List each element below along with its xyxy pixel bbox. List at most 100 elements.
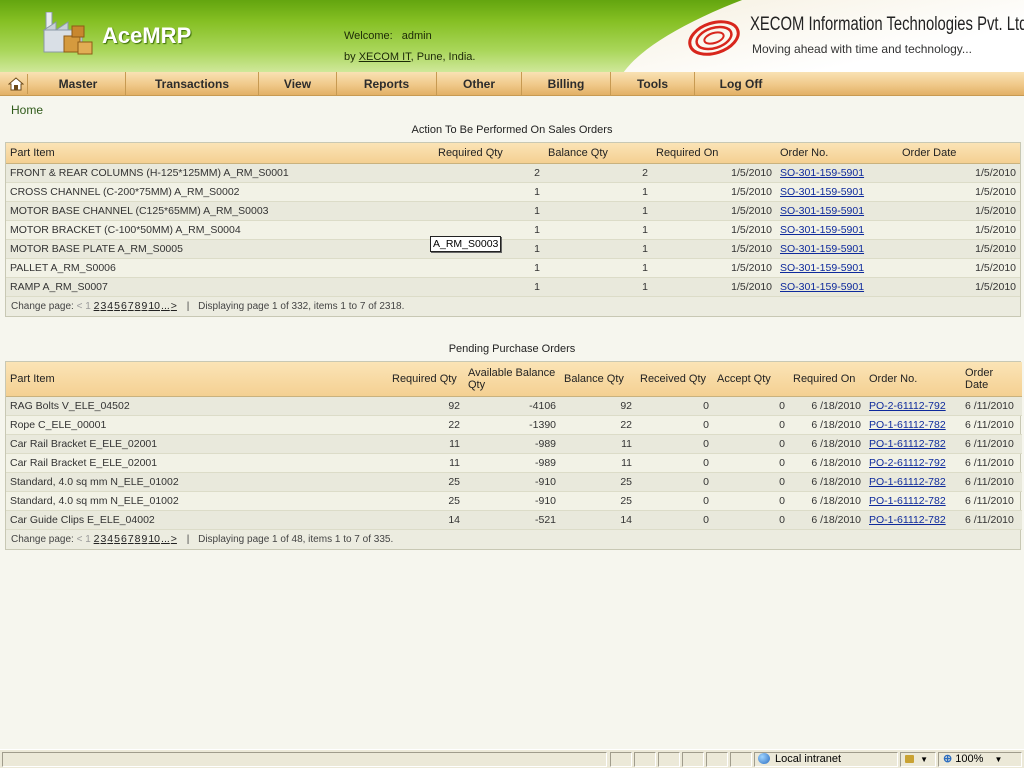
col-order-no[interactable]: Order No. <box>776 143 898 164</box>
zoom-control[interactable]: ⊕ 100% ▼ <box>938 752 1022 767</box>
order-link[interactable]: PO-1-61112-782 <box>869 514 946 526</box>
table-row: Car Rail Bracket E_ELE_02001 11 -989 11 0 0 6 … <box>6 453 1022 473</box>
status-pane <box>682 752 704 767</box>
col-order-date[interactable]: Order Date <box>961 362 1022 397</box>
table-cell: 1/5/2010 <box>652 258 776 278</box>
table-cell: 22 <box>560 415 636 435</box>
by-suffix: , Pune, India. <box>410 51 476 63</box>
table-cell: -4106 <box>464 396 560 416</box>
col-balance-qty[interactable]: Balance Qty <box>544 143 652 164</box>
col-accept-qty[interactable]: Accept Qty <box>713 362 789 397</box>
table-cell: 0 <box>713 491 789 511</box>
pager-page-link[interactable]: 4 <box>107 300 113 312</box>
menu-view[interactable]: View <box>259 72 337 96</box>
table-cell: 0 <box>713 472 789 492</box>
table-cell: Standard, 4.0 sq mm N_ELE_01002 <box>6 472 388 492</box>
table-cell: MOTOR BASE CHANNEL (C125*65MM) A_RM_S000… <box>6 201 434 221</box>
pager-page-link[interactable]: 8 <box>135 533 141 545</box>
order-link[interactable]: PO-1-61112-782 <box>869 419 946 431</box>
order-link[interactable]: SO-301-159-5901 <box>780 224 864 236</box>
breadcrumb[interactable]: Home <box>11 103 43 117</box>
home-icon[interactable] <box>4 74 28 94</box>
pager-page-link[interactable]: 5 <box>114 300 120 312</box>
table-cell: 11 <box>388 434 464 454</box>
chevron-down-icon: ▼ <box>994 755 1003 764</box>
table-cell: SO-301-159-5901 <box>776 220 898 240</box>
pager-page-link[interactable]: 2 <box>94 300 100 312</box>
pager-page-link[interactable]: 6 <box>121 533 127 545</box>
pager-page-link[interactable]: 7 <box>128 533 134 545</box>
menu-billing[interactable]: Billing <box>522 72 611 96</box>
table-cell: 1/5/2010 <box>898 277 1020 297</box>
menu-log-off[interactable]: Log Off <box>695 72 787 96</box>
menu-other[interactable]: Other <box>437 72 522 96</box>
order-link[interactable]: PO-2-61112-792 <box>869 400 946 412</box>
table-cell: -1390 <box>464 415 560 435</box>
table-cell: 1 <box>434 258 544 278</box>
pager-page-link[interactable]: 9 <box>142 533 148 545</box>
col-balance-qty[interactable]: Balance Qty <box>560 362 636 397</box>
pager-page-link[interactable]: 2 <box>94 533 100 545</box>
order-link[interactable]: SO-301-159-5901 <box>780 205 864 217</box>
main-menu: Master Transactions View Reports Other B… <box>0 72 1024 96</box>
security-zone[interactable]: Local intranet <box>754 752 898 767</box>
order-link[interactable]: SO-301-159-5901 <box>780 167 864 179</box>
col-required-on[interactable]: Required On <box>652 143 776 164</box>
pager-page-link[interactable]: 10 <box>148 300 160 312</box>
order-link[interactable]: SO-301-159-5901 <box>780 243 864 255</box>
pager-page-link[interactable]: 4 <box>107 533 113 545</box>
menu-reports[interactable]: Reports <box>337 72 437 96</box>
col-order-no[interactable]: Order No. <box>865 362 961 397</box>
pager-page-link[interactable]: ... <box>161 300 170 312</box>
table-cell: 1 <box>544 258 652 278</box>
pager-page-link[interactable]: 8 <box>135 300 141 312</box>
table-cell: 2 <box>544 163 652 183</box>
col-received-qty[interactable]: Received Qty <box>636 362 713 397</box>
table-cell: 14 <box>388 510 464 530</box>
order-link[interactable]: PO-1-61112-782 <box>869 495 946 507</box>
pager-label: Change page: <box>11 300 74 312</box>
pager-page-link[interactable]: 7 <box>128 300 134 312</box>
table-cell: SO-301-159-5901 <box>776 239 898 259</box>
status-pane <box>730 752 752 767</box>
pager-page-link[interactable]: 6 <box>121 300 127 312</box>
order-link[interactable]: PO-2-61112-792 <box>869 457 946 469</box>
col-required-on[interactable]: Required On <box>789 362 865 397</box>
table-cell: 2 <box>434 163 544 183</box>
pager-page-link[interactable]: > <box>171 533 177 545</box>
lock-icon <box>905 755 914 763</box>
table-cell: 1 <box>544 220 652 240</box>
col-part-item[interactable]: Part Item <box>6 143 434 164</box>
welcome-text: Welcome: admin <box>344 30 432 42</box>
col-required-qty[interactable]: Required Qty <box>434 143 544 164</box>
factory-icon <box>42 12 93 55</box>
table-cell: SO-301-159-5901 <box>776 163 898 183</box>
pager-page-link[interactable]: 3 <box>100 300 106 312</box>
col-available-balance-qty[interactable]: Available Balance Qty <box>464 362 560 397</box>
xecom-link[interactable]: XECOM IT <box>359 51 411 63</box>
col-required-qty[interactable]: Required Qty <box>388 362 464 397</box>
menu-tools[interactable]: Tools <box>611 72 695 96</box>
col-order-date[interactable]: Order Date <box>898 143 1020 164</box>
order-link[interactable]: SO-301-159-5901 <box>780 281 864 293</box>
pager-page-link[interactable]: 9 <box>142 300 148 312</box>
table-cell: 6 /11/2010 <box>961 415 1022 435</box>
pager-page-link[interactable]: 3 <box>100 533 106 545</box>
order-link[interactable]: SO-301-159-5901 <box>780 186 864 198</box>
sales-pager: Change page: < 1 2345678910...> | Displa… <box>6 296 1020 316</box>
table-row: Rope C_ELE_00001 22 -1390 22 0 0 6 /18/2010 PO-… <box>6 415 1022 435</box>
order-link[interactable]: SO-301-159-5901 <box>780 262 864 274</box>
menu-transactions[interactable]: Transactions <box>126 72 259 96</box>
protected-mode-button[interactable]: ▼ <box>900 752 936 767</box>
order-link[interactable]: PO-1-61112-782 <box>869 476 946 488</box>
table-cell: CROSS CHANNEL (C-200*75MM) A_RM_S0002 <box>6 182 434 202</box>
pager-page-link[interactable]: > <box>171 300 177 312</box>
order-link[interactable]: PO-1-61112-782 <box>869 438 946 450</box>
table-row: RAG Bolts V_ELE_04502 92 -4106 92 0 0 6 /18/20… <box>6 396 1022 416</box>
menu-master[interactable]: Master <box>31 72 126 96</box>
pager-page-link[interactable]: 10 <box>148 533 160 545</box>
table-cell: Rope C_ELE_00001 <box>6 415 388 435</box>
pager-page-link[interactable]: ... <box>161 533 170 545</box>
col-part-item[interactable]: Part Item <box>6 362 388 397</box>
pager-page-link[interactable]: 5 <box>114 533 120 545</box>
